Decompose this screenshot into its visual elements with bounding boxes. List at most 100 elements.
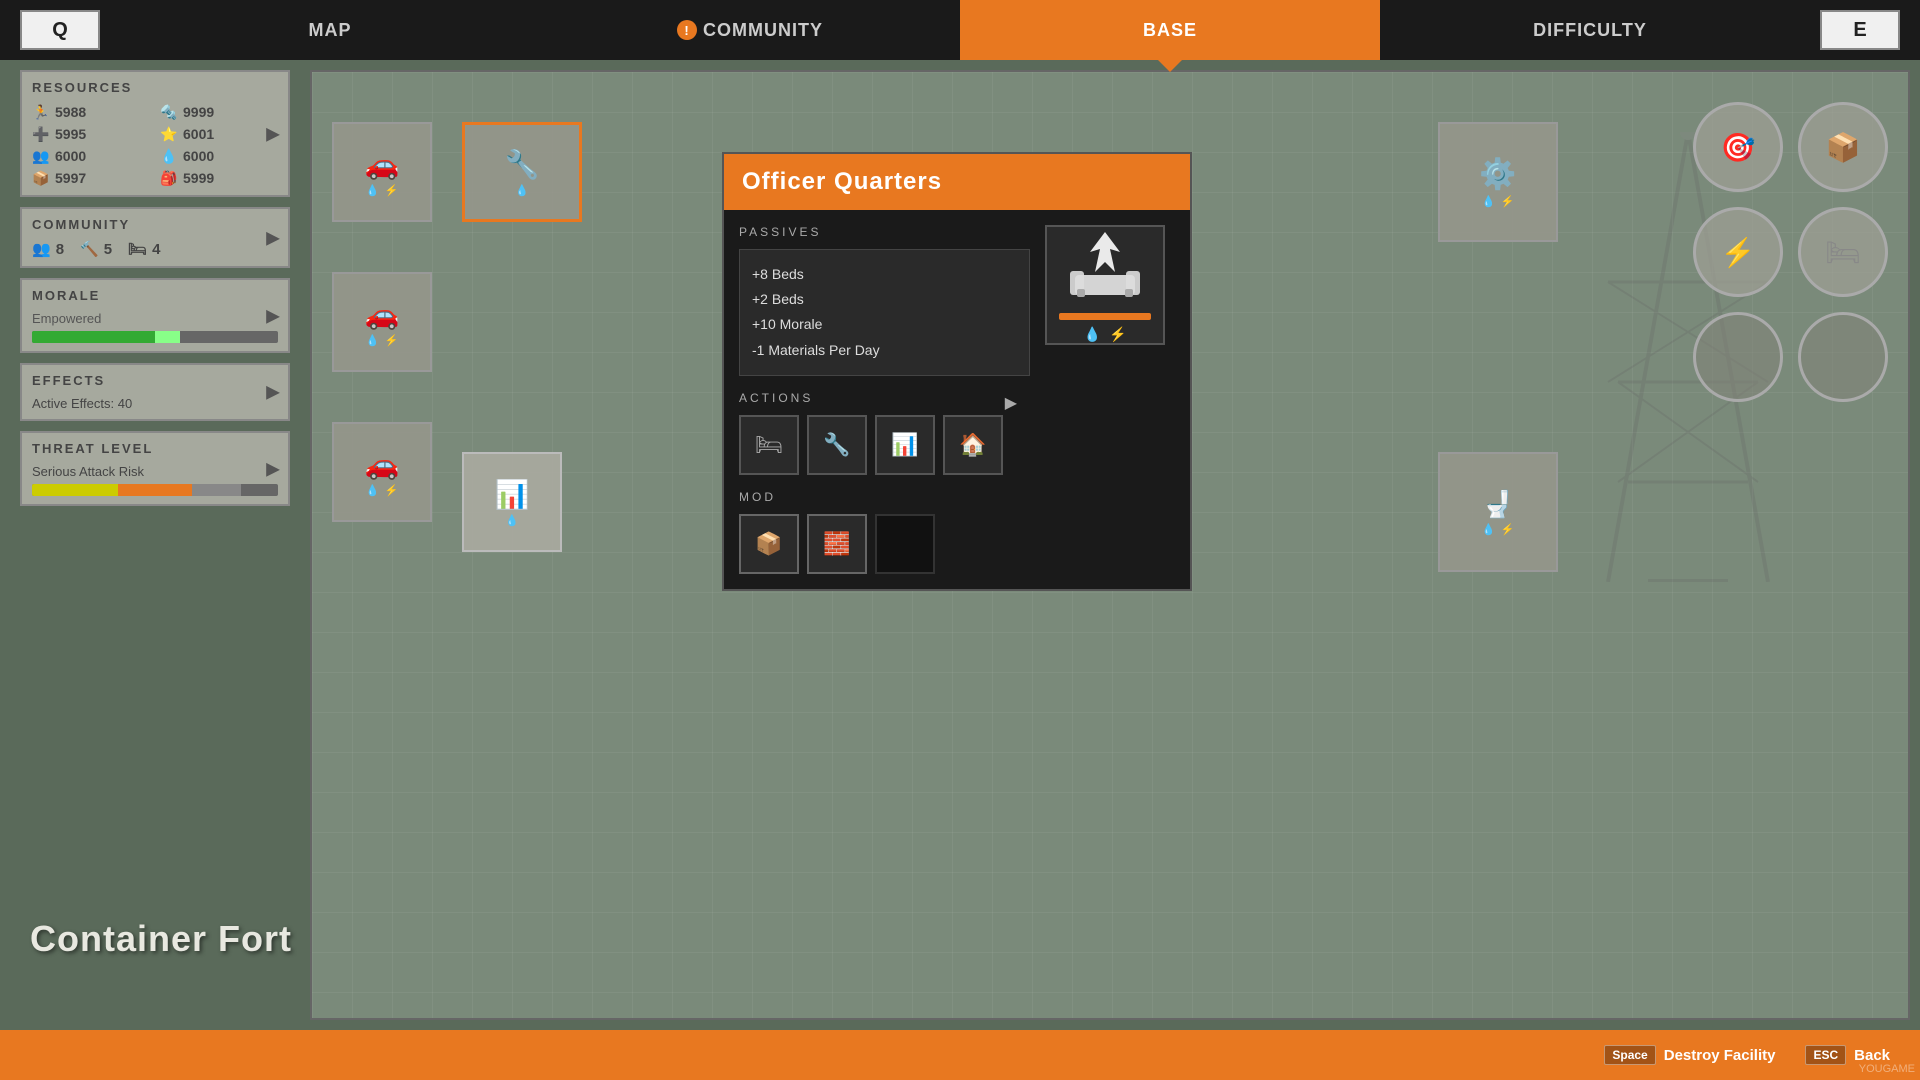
passive-morale: +10 Morale [752,312,1017,337]
truck-1-power: ⚡ [385,184,399,197]
ammo-value: 6000 [55,148,86,164]
threat-panel: THREAT LEVEL Serious Attack Risk ▶ [20,431,290,506]
destroy-key: Space [1604,1045,1655,1065]
effects-label: Active Effects: 40 [32,396,278,411]
facility-truck-1[interactable]: 🚗 💧 ⚡ [332,122,432,222]
community-row: 👥 8 🔨 5 🛏 4 [32,240,278,258]
morale-bar-highlight [155,331,180,343]
passive-beds-2: +2 Beds [752,287,1017,312]
back-key: ESC [1805,1045,1846,1065]
passive-materials: -1 Materials Per Day [752,338,1017,363]
resources-grid: 🏃 5988 🔩 9999 ➕ 5995 ⭐ 6001 👥 6000 [32,103,278,187]
facility-storage[interactable]: 📊 💧 [462,452,562,552]
influence-value: 6001 [183,126,214,142]
preview-power-icon: ⚡ [1109,326,1126,343]
morale-arrow[interactable]: ▶ [266,305,280,326]
circle-facility-lightning[interactable]: ⚡ [1693,207,1783,297]
beds-icon: 🛏 [128,240,147,258]
truck-3-power: ⚡ [385,484,399,497]
workshop-icon: ⚙️ [1479,157,1516,192]
community-panel: COMMUNITY 👥 8 🔨 5 🛏 4 ▶ [20,207,290,268]
e-key[interactable]: E [1820,10,1900,50]
morale-bar-fill [32,331,155,343]
circle-facility-crates[interactable]: 📦 [1798,102,1888,192]
facility-officer-quarters[interactable]: 🔧 💧 [462,122,582,222]
back-label: Back [1854,1047,1890,1064]
morale-title: MORALE [32,288,278,303]
action-relocate[interactable]: 🏠 [943,415,1003,475]
facility-latrine[interactable]: 🚽 💧 ⚡ [1438,452,1558,572]
tab-base[interactable]: Base [960,0,1380,60]
workshop-water: 💧 [1482,195,1496,208]
survivors-icon: 👥 [32,240,51,258]
watermark: YOUGAME [1859,1063,1915,1075]
threat-bar [32,484,278,496]
resource-food: 🏃 5988 [32,103,150,121]
resource-fuel: 💧 6000 [160,147,278,165]
destroy-facility-action[interactable]: Space Destroy Facility [1604,1045,1775,1065]
mod-item-2[interactable]: 🧱 [807,514,867,574]
resource-ammo: 👥 6000 [32,147,150,165]
threat-bar-red [192,484,241,496]
storage-resources: 💧 [505,514,519,527]
parts-value: 5997 [55,170,86,186]
officer-quarters-resources: 💧 [515,184,529,197]
threat-arrow[interactable]: ▶ [266,458,280,479]
mod-item-1[interactable]: 📦 [739,514,799,574]
back-action[interactable]: ESC Back [1805,1045,1890,1065]
destroy-label: Destroy Facility [1664,1047,1776,1064]
action-sleep[interactable]: 🛏 [739,415,799,475]
circle-facility-empty-2[interactable] [1798,312,1888,402]
fuel-icon: 💧 [160,147,178,165]
effects-title: EFFECTS [32,373,278,388]
truck-3-water: 💧 [366,484,380,497]
action-monitor[interactable]: 📊 [875,415,935,475]
mod-section: MOD 📦 🧱 [739,490,1030,574]
base-map[interactable]: 🚗 💧 ⚡ 🚗 💧 ⚡ 🚗 💧 ⚡ 📊 💧 [310,70,1910,1020]
facility-truck-2[interactable]: 🚗 💧 ⚡ [332,272,432,372]
resources-arrow[interactable]: ▶ [266,123,280,144]
tab-map[interactable]: Map [120,0,540,60]
materials-value: 9999 [183,104,214,120]
latrine-icon: 🚽 [1482,489,1514,520]
passives-arrow[interactable]: ▶ [1005,393,1017,413]
popup-body: PASSIVES +8 Beds +2 Beds +10 Morale -1 M… [724,210,1190,589]
workshop-resources: 💧 ⚡ [1482,195,1514,208]
parts-icon: 📦 [32,169,50,187]
truck-2-resources: 💧 ⚡ [366,334,398,347]
truck-3-resources: 💧 ⚡ [366,484,398,497]
latrine-power: ⚡ [1501,523,1515,536]
food-value: 5988 [55,104,86,120]
circle-facility-bed[interactable]: 🛏 [1798,207,1888,297]
passives-section-title: PASSIVES [739,225,1030,239]
truck-2-water: 💧 [366,334,380,347]
officer-quarters-popup: Officer Quarters PASSIVES +8 Beds +2 Bed… [722,152,1192,591]
materials-icon: 🔩 [160,103,178,121]
beds-item: 🛏 4 [128,240,160,258]
food-icon: 🏃 [32,103,50,121]
circle-facility-target[interactable]: 🎯 [1693,102,1783,192]
bottom-bar: Space Destroy Facility ESC Back YOUGAME [0,1030,1920,1080]
effects-arrow[interactable]: ▶ [266,382,280,403]
facility-workshop[interactable]: ⚙️ 💧 ⚡ [1438,122,1558,242]
rucksacks-value: 5999 [183,170,214,186]
tab-difficulty[interactable]: Difficulty [1380,0,1800,60]
left-panel: RESOURCES 🏃 5988 🔩 9999 ➕ 5995 ⭐ 6001 [20,70,290,506]
workers-item: 🔨 5 [80,240,112,258]
workshop-power: ⚡ [1501,195,1515,208]
tab-community[interactable]: ! Community [540,0,960,60]
morale-status: Empowered [32,311,278,326]
facility-health-bar [1059,313,1152,320]
facility-preview: 💧 ⚡ [1045,225,1165,345]
q-key[interactable]: Q [20,10,100,50]
beds-value: 4 [152,241,160,258]
fuel-value: 6000 [183,148,214,164]
truck-1-resources: 💧 ⚡ [366,184,398,197]
morale-panel: MORALE Empowered ▶ [20,278,290,353]
facility-truck-3[interactable]: 🚗 💧 ⚡ [332,422,432,522]
community-arrow[interactable]: ▶ [266,227,280,248]
survivors-item: 👥 8 [32,240,64,258]
officer-water: 💧 [515,184,529,197]
action-upgrade[interactable]: 🔧 [807,415,867,475]
circle-facility-empty-1[interactable] [1693,312,1783,402]
